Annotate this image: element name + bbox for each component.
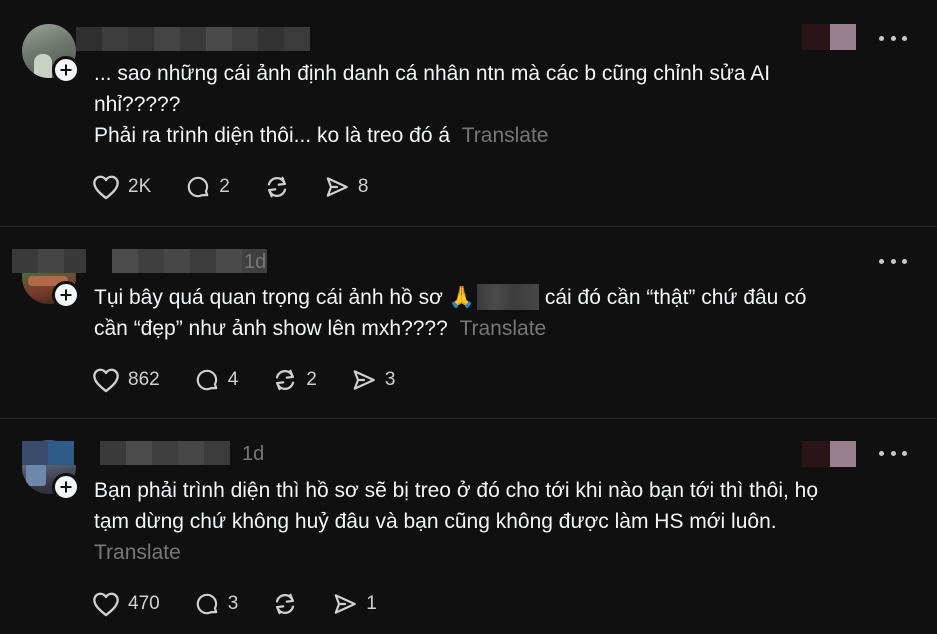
follow-plus-icon[interactable] (52, 281, 80, 309)
like-count: 862 (128, 369, 160, 390)
post-text-line: Phải ra trình diện thôi... ko là treo đó… (94, 120, 904, 151)
attached-thumbnail[interactable] (802, 441, 856, 467)
like-count: 2K (128, 176, 152, 197)
heart-icon (93, 592, 119, 617)
share-button[interactable]: 8 (324, 173, 369, 201)
share-button[interactable]: 3 (351, 366, 396, 394)
heart-icon (93, 175, 119, 200)
send-icon (334, 594, 357, 614)
post-text-segment: cái đó cần “thật” chứ đâu có (544, 286, 807, 309)
more-dots-icon[interactable] (879, 28, 907, 48)
share-button[interactable]: 1 (332, 590, 377, 618)
follow-plus-icon[interactable] (52, 56, 80, 84)
like-button[interactable]: 470 (92, 590, 160, 618)
translate-link[interactable]: Translate (94, 537, 904, 568)
thread-feed: ... sao những cái ảnh định danh cá nhân … (0, 0, 937, 634)
like-button[interactable]: 2K (92, 173, 151, 201)
comment-bubble-icon (187, 176, 209, 198)
attached-thumbnail[interactable] (802, 24, 856, 50)
post-text-segment: Phải ra trình diện thôi... ko là treo đó… (94, 124, 451, 147)
repost-button[interactable] (264, 173, 290, 201)
post-text-line: ... sao những cái ảnh định danh cá nhân … (94, 62, 771, 85)
translate-link[interactable]: Translate (462, 124, 549, 147)
heart-icon (93, 368, 119, 393)
post-text-line: Tụi bây quá quan trọng cái ảnh hồ sơ 🙏 cá… (94, 282, 904, 313)
action-bar: 470 3 1 (92, 590, 411, 618)
post-text-line: Bạn phải trình diện thì hồ sơ sẽ bị treo… (94, 479, 819, 502)
share-count: 3 (384, 369, 396, 390)
post-text-line: tạm dừng chứ không huỷ đâu và bạn cũng k… (94, 510, 777, 533)
action-bar: 2K 2 8 (92, 173, 402, 201)
repost-button[interactable] (272, 590, 298, 618)
praying-hands-emoji: 🙏 (448, 285, 475, 309)
send-icon (353, 370, 375, 390)
timestamp[interactable]: 1d (242, 443, 264, 466)
timestamp[interactable]: 1d (244, 251, 266, 274)
like-button[interactable]: 862 (92, 366, 160, 394)
more-dots-icon[interactable] (879, 251, 907, 271)
repost-icon (267, 176, 286, 198)
like-count: 470 (128, 593, 160, 614)
reply-button[interactable]: 3 (194, 590, 239, 618)
post-divider (0, 418, 937, 419)
reply-button[interactable]: 4 (194, 366, 239, 394)
comment-bubble-icon (196, 593, 217, 615)
share-count: 1 (366, 593, 377, 614)
repost-icon (276, 369, 295, 391)
translate-link[interactable]: Translate (459, 317, 546, 340)
post-text-line: cần “đẹp” như ảnh show lên mxh???? Trans… (94, 313, 904, 344)
post-text: ... sao những cái ảnh định danh cá nhân … (94, 58, 904, 151)
share-count: 8 (357, 176, 369, 197)
post-text-segment: Tụi bây quá quan trọng cái ảnh hồ sơ (94, 286, 443, 309)
repost-count: 2 (306, 369, 317, 390)
username-blurred[interactable] (22, 441, 230, 465)
repost-button[interactable]: 2 (272, 366, 317, 394)
post-divider (0, 226, 937, 227)
post-text-segment: cần “đẹp” như ảnh show lên mxh???? (94, 317, 448, 340)
comment-bubble-icon (196, 369, 217, 391)
reply-count: 3 (227, 593, 239, 614)
username-blurred[interactable] (12, 249, 267, 273)
repost-icon (276, 593, 295, 615)
censored-block (476, 284, 539, 310)
follow-plus-icon[interactable] (52, 473, 80, 501)
reply-count: 2 (219, 176, 230, 197)
more-dots-icon[interactable] (879, 443, 907, 463)
post-text: Bạn phải trình diện thì hồ sơ sẽ bị treo… (94, 475, 904, 568)
post-text: Tụi bây quá quan trọng cái ảnh hồ sơ 🙏 cá… (94, 282, 904, 344)
action-bar: 862 4 2 3 (92, 366, 429, 394)
username-blurred[interactable] (76, 27, 310, 51)
reply-button[interactable]: 2 (185, 173, 230, 201)
reply-count: 4 (227, 369, 239, 390)
post-text-line: nhỉ????? (94, 93, 181, 116)
send-icon (326, 177, 348, 197)
